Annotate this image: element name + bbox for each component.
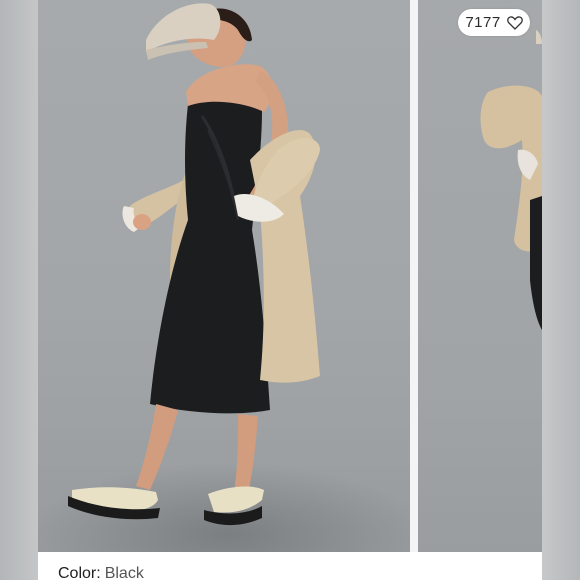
right-blur-edge [542,0,580,580]
listing-photo-frame: 7177 Color: Black [0,0,580,580]
color-attribute: Color: Black [58,565,144,580]
like-count: 7177 [465,14,501,31]
product-photo-main[interactable] [38,0,410,552]
like-button[interactable]: 7177 [458,9,530,36]
product-info-bar: Color: Black [38,552,542,580]
color-value: Black [104,565,144,580]
product-photo-next[interactable] [418,0,542,552]
model-illustration-next [480,30,542,330]
photo-carousel[interactable] [38,0,542,552]
model-illustration [68,3,320,526]
heart-outline-icon [506,15,523,30]
slide-divider [410,0,418,552]
left-blur-edge [0,0,38,580]
color-label: Color: [58,565,101,580]
